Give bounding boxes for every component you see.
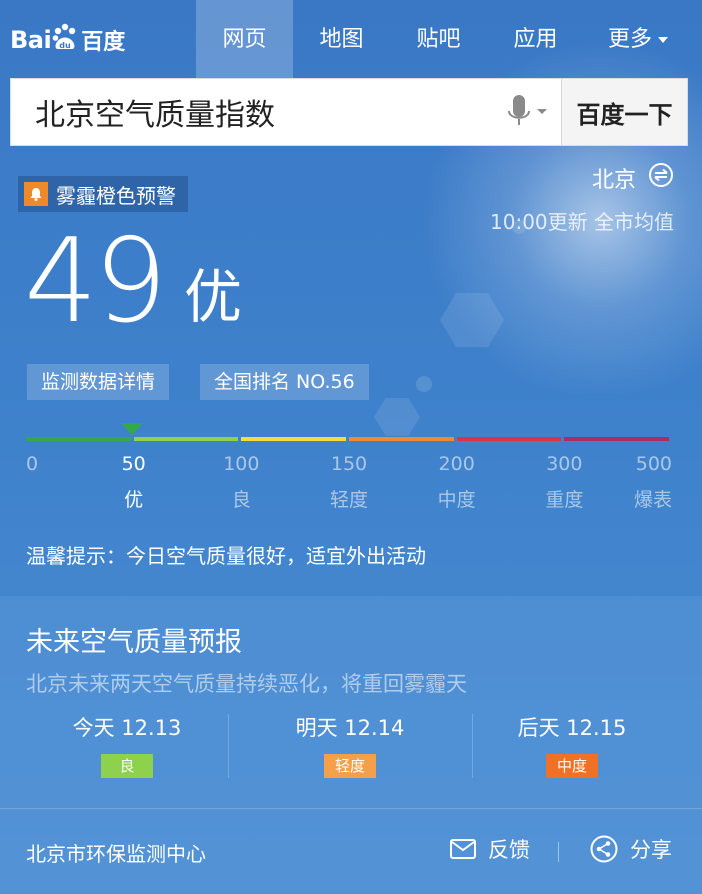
scale-level-label: 轻度 <box>329 489 369 511</box>
scale-level-label: 中度 <box>437 489 476 511</box>
paw-icon: du <box>52 23 78 53</box>
aqi-marker-icon <box>120 423 143 435</box>
scale-segment <box>26 437 131 441</box>
forecast-day-after-tomorrow: 后天 12.15 中度 <box>455 712 689 778</box>
city-name: 北京 <box>591 168 636 193</box>
scale-segment <box>349 437 454 441</box>
divider <box>558 842 559 862</box>
scale-level-label: 优 <box>124 489 144 511</box>
forecast-title: 未来空气质量预报 <box>26 627 242 658</box>
decor-hexagon <box>440 293 504 347</box>
more-label: 更多 <box>607 27 652 52</box>
divider <box>472 714 473 778</box>
divider <box>0 808 702 809</box>
forecast-level-badge: 中度 <box>546 754 598 778</box>
forecast-panel: 未来空气质量预报 北京未来两天空气质量持续恶化，将重回雾霾天 今天 12.13 … <box>0 596 702 894</box>
scale-level-label: 爆表 <box>633 489 672 511</box>
logo-cn: 百度 <box>81 30 126 55</box>
feedback-label: 反馈 <box>488 838 530 862</box>
chevron-down-icon <box>658 37 668 43</box>
aqi-level: 优 <box>184 263 243 331</box>
decor-dot <box>416 376 432 392</box>
city-switcher[interactable]: 北京 <box>592 162 674 194</box>
search-box: 百度一下 <box>10 78 688 146</box>
tab-map[interactable]: 地图 <box>293 0 390 78</box>
scale-tick-label: 50 <box>121 453 146 475</box>
top-bar: Bai du 百度 网页 地图 贴吧 应用 更多 <box>0 0 702 78</box>
nav-tabs: 网页 地图 贴吧 应用 <box>196 0 584 78</box>
forecast-subtitle: 北京未来两天空气质量持续恶化，将重回雾霾天 <box>26 672 467 696</box>
forecast-level-badge: 轻度 <box>324 754 376 778</box>
scale-tick-label: 100 <box>223 453 260 475</box>
update-time: 10:00更新 全市均值 <box>490 210 674 234</box>
scale-tick-label: 150 <box>330 453 368 475</box>
divider <box>228 714 229 778</box>
scale-tick-label: 200 <box>438 453 475 475</box>
more-menu[interactable]: 更多 <box>588 0 688 78</box>
feedback-button[interactable]: 反馈 <box>450 834 530 864</box>
mail-icon <box>450 839 476 859</box>
tab-apps[interactable]: 应用 <box>487 0 584 78</box>
forecast-level-badge: 良 <box>101 754 153 778</box>
share-button[interactable]: 分享 <box>590 834 672 864</box>
scale-tick-label: 0 <box>26 453 39 475</box>
logo-text: Bai <box>10 26 52 54</box>
svg-text:du: du <box>60 41 72 50</box>
national-rank-badge[interactable]: 全国排名 NO.56 <box>200 364 369 400</box>
tab-web[interactable]: 网页 <box>196 0 293 78</box>
health-tip: 温馨提示：今日空气质量很好，适宜外出活动 <box>26 544 426 568</box>
warning-text: 雾霾橙色预警 <box>56 183 176 208</box>
scale-tick-label: 500 <box>635 453 672 475</box>
forecast-day-tomorrow: 明天 12.14 轻度 <box>233 712 467 778</box>
scale-segment <box>456 437 562 441</box>
aqi-scale: 0 50 100 150 200 300 500 优 良 轻度 中度 重度 爆表 <box>26 423 672 513</box>
share-label: 分享 <box>630 838 672 862</box>
scale-level-label: 重度 <box>545 489 584 511</box>
data-source: 北京市环保监测中心 <box>26 842 206 866</box>
bell-icon <box>24 182 48 206</box>
search-button[interactable]: 百度一下 <box>561 79 687 145</box>
scale-level-label: 良 <box>231 489 251 511</box>
forecast-date: 今天 12.13 <box>72 716 182 740</box>
forecast-days: 今天 12.13 良 明天 12.14 轻度 后天 12.15 中度 <box>0 712 702 782</box>
aqi-value: 49 <box>24 214 168 349</box>
forecast-date: 后天 12.15 <box>517 716 627 740</box>
forecast-day-today: 今天 12.13 良 <box>10 712 244 778</box>
switch-city-icon <box>648 162 674 194</box>
search-input[interactable] <box>11 79 561 145</box>
app-window: Bai du 百度 网页 地图 贴吧 应用 更多 北京空气质量指数 百度一下 雾… <box>0 0 702 894</box>
scale-segment <box>133 437 239 441</box>
microphone-icon[interactable] <box>503 93 553 131</box>
share-icon <box>590 835 618 863</box>
scale-tick-label: 300 <box>546 453 583 475</box>
scale-segment <box>564 437 669 441</box>
monitor-detail-link[interactable]: 监测数据详情 <box>27 364 170 400</box>
scale-segment <box>241 437 346 441</box>
baidu-logo[interactable]: Bai du 百度 <box>10 18 125 62</box>
forecast-date: 明天 12.14 <box>295 716 405 740</box>
smog-warning-badge[interactable]: 雾霾橙色预警 <box>18 176 188 212</box>
tab-tieba[interactable]: 贴吧 <box>390 0 487 78</box>
